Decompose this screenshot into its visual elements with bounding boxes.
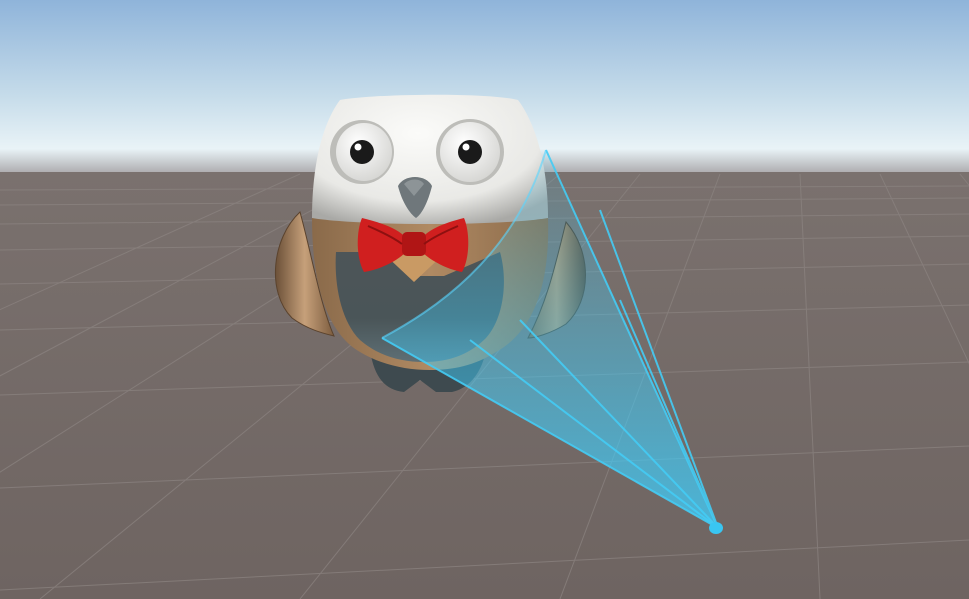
left-eye — [330, 120, 394, 184]
right-eye — [436, 119, 504, 185]
scene-canvas[interactable] — [0, 0, 969, 599]
light-source-handle[interactable] — [709, 522, 723, 534]
scene-view[interactable] — [0, 0, 969, 599]
